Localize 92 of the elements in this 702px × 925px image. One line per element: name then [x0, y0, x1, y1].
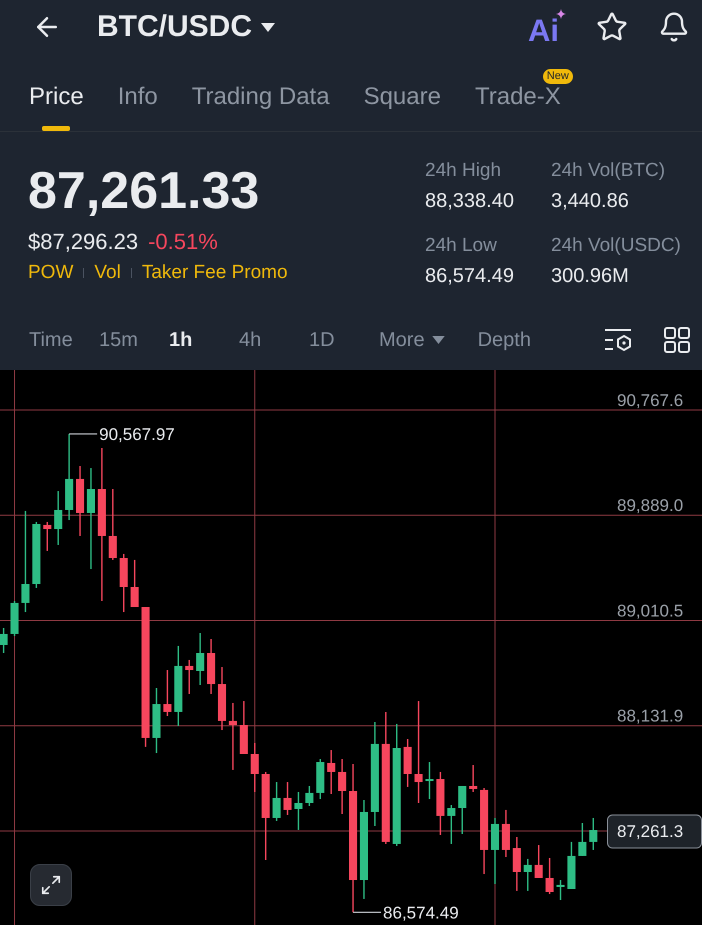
candle	[272, 782, 281, 821]
star-icon	[596, 11, 628, 43]
candle	[327, 750, 336, 794]
candle	[283, 782, 292, 815]
layout-button[interactable]	[664, 327, 690, 353]
candle	[305, 786, 314, 806]
usd-price: $87,296.23	[28, 231, 138, 253]
candle	[43, 522, 52, 551]
candle	[250, 742, 259, 792]
candle	[524, 858, 532, 891]
chart-settings-button[interactable]	[604, 327, 632, 353]
candle	[228, 702, 237, 770]
price-axis-label: 89,889.0	[617, 496, 684, 516]
candle	[120, 554, 128, 612]
candle	[534, 845, 543, 878]
caret-icon	[261, 22, 275, 32]
tab[interactable]: Square	[364, 85, 441, 131]
candle	[316, 759, 324, 800]
candle	[436, 772, 444, 835]
tag-link[interactable]: Vol	[94, 263, 121, 282]
candle	[32, 522, 40, 588]
leader-line	[353, 912, 382, 913]
stat-value: 88,338.40	[425, 191, 514, 211]
candle	[10, 601, 19, 636]
tag-link[interactable]: Taker Fee Promo	[142, 263, 288, 282]
candle	[469, 765, 478, 792]
tab[interactable]: Trading Data	[192, 85, 330, 131]
candle	[163, 670, 172, 716]
expand-button[interactable]	[30, 864, 72, 906]
candle	[54, 491, 62, 545]
candle	[76, 466, 84, 536]
stat-value: 86,574.49	[425, 266, 514, 286]
pair-selector[interactable]: BTC/USDC	[97, 12, 275, 42]
candle	[502, 810, 510, 858]
leader-line	[69, 433, 98, 435]
interval-option[interactable]: 1D	[309, 330, 335, 350]
price-axis-label: 90,767.6	[617, 391, 684, 410]
interval-dropdown[interactable]: More	[379, 330, 445, 350]
last-price: 87,261.33	[28, 165, 260, 217]
candle	[218, 667, 226, 730]
candle	[404, 739, 412, 787]
settings-icon	[604, 327, 632, 353]
tab[interactable]: Price	[29, 85, 84, 131]
tag-link[interactable]: POW	[28, 263, 74, 282]
tab[interactable]: Trade-X	[474, 85, 561, 131]
interval-option[interactable]: Depth	[478, 330, 531, 350]
price-change: -0.51%	[148, 231, 218, 253]
candle	[546, 858, 554, 894]
caret-icon	[432, 336, 445, 344]
candle	[108, 489, 117, 560]
tab[interactable]: Info	[118, 85, 158, 131]
candle	[207, 639, 216, 694]
stat-value: 300.96M	[551, 266, 629, 286]
interval-option[interactable]: 4h	[239, 330, 262, 350]
candle	[196, 633, 204, 685]
candle	[458, 786, 466, 834]
candle	[556, 880, 565, 900]
ai-assistant-button[interactable]: Ai	[528, 8, 566, 46]
grid-icon	[664, 327, 690, 353]
stat-label: 24h Vol(BTC)	[551, 161, 666, 180]
candle	[578, 823, 586, 856]
candle	[490, 818, 500, 884]
candle	[185, 660, 194, 694]
candle	[0, 628, 8, 653]
interval-option[interactable]: 15m	[99, 330, 138, 350]
expand-icon	[40, 874, 62, 896]
candle	[567, 842, 576, 889]
interval-option[interactable]: 1h	[169, 330, 192, 350]
stat-label: 24h Vol(USDC)	[551, 236, 681, 255]
last-price-tag: 87,261.3	[607, 814, 702, 849]
price-axis-label: 88,131.9	[617, 706, 684, 726]
interval-option[interactable]: Time	[29, 330, 73, 350]
stat-value: 3,440.86	[551, 191, 629, 211]
favorite-button[interactable]	[596, 11, 628, 43]
low-price-label: 86,574.49	[383, 903, 459, 922]
stat-label: 24h Low	[425, 236, 497, 255]
new-badge: New	[542, 69, 573, 84]
candle	[294, 792, 302, 830]
candle	[425, 762, 434, 800]
high-price-label: 90,567.97	[99, 424, 175, 444]
stat-label: 24h High	[425, 161, 502, 180]
candle	[447, 805, 456, 844]
sparkle-icon	[556, 8, 566, 18]
candle	[240, 701, 248, 754]
candle	[338, 759, 346, 814]
price-axis-label: 89,010.5	[617, 601, 684, 620]
candle	[589, 818, 598, 850]
candle	[130, 560, 139, 607]
candle	[512, 837, 521, 891]
notification-button[interactable]	[658, 11, 690, 43]
bell-icon	[658, 11, 690, 43]
candle	[152, 688, 161, 754]
